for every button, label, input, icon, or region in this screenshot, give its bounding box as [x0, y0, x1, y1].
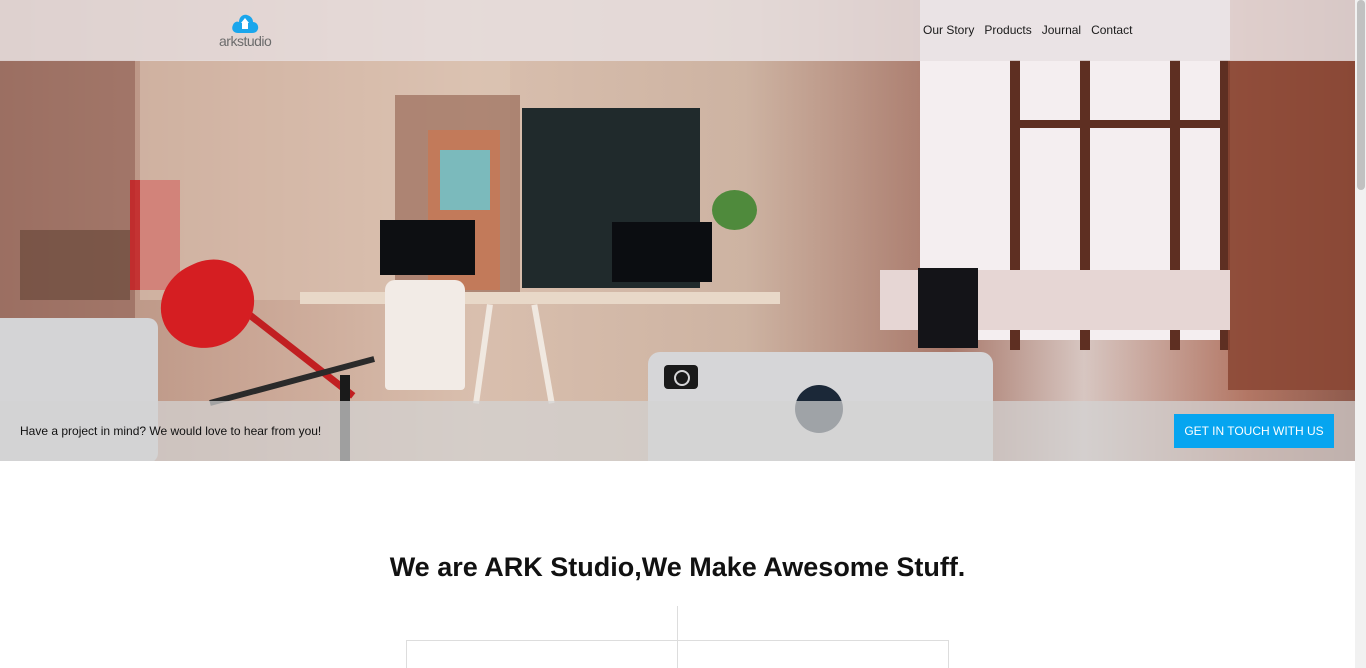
- cta-text: Have a project in mind? We would love to…: [20, 424, 322, 438]
- top-navbar: arkstudio Our Story Products Journal Con…: [0, 0, 1355, 61]
- nav-link-our-story[interactable]: Our Story: [918, 22, 979, 39]
- page: arkstudio Our Story Products Journal Con…: [0, 0, 1355, 668]
- hero-image: [0, 0, 1355, 461]
- cloud-upload-icon: [232, 14, 259, 33]
- scrollbar-thumb[interactable]: [1357, 0, 1365, 190]
- page-headline: We are ARK Studio,We Make Awesome Stuff.: [389, 552, 966, 582]
- nav-menu: Our Story Products Journal Contact: [918, 22, 1137, 39]
- logo[interactable]: arkstudio: [219, 8, 272, 52]
- logo-text: arkstudio: [219, 33, 272, 49]
- nav-link-contact[interactable]: Contact: [1086, 22, 1137, 39]
- nav-link-journal[interactable]: Journal: [1037, 22, 1086, 39]
- get-in-touch-button[interactable]: GET IN TOUCH WITH US: [1174, 414, 1334, 448]
- cta-strip: Have a project in mind? We would love to…: [0, 401, 1355, 461]
- camera-icon: [664, 365, 698, 389]
- nav-link-products[interactable]: Products: [979, 22, 1036, 39]
- features-grid: [406, 640, 949, 668]
